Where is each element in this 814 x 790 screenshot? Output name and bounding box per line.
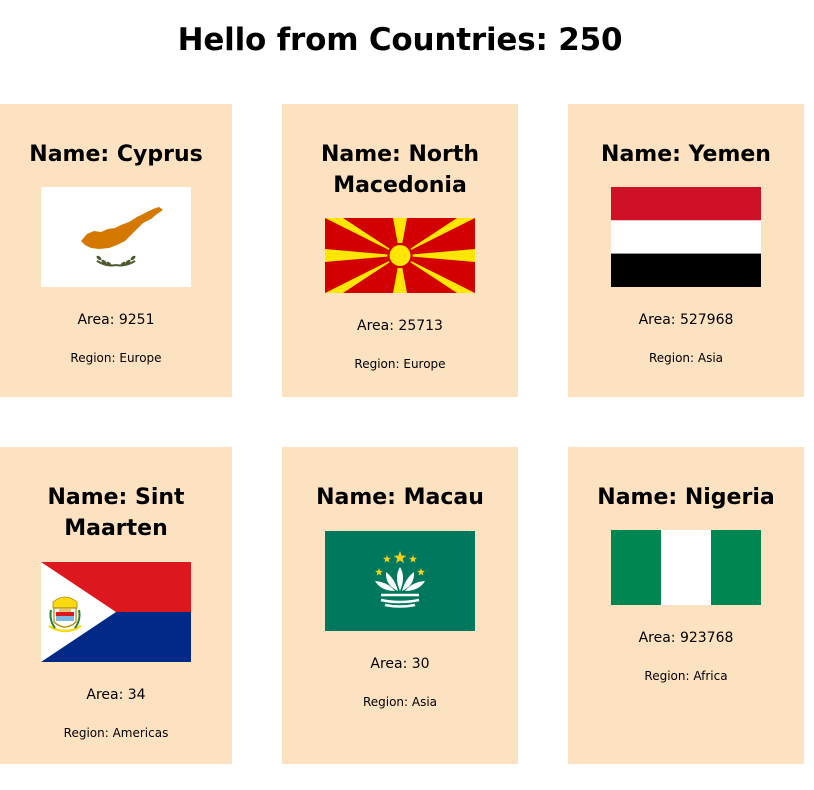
country-region: Region: Asia [362,695,438,709]
country-card-nigeria: Name: Nigeria Area: 923768 Region: Afric… [568,447,804,764]
country-area: Area: 34 [86,687,146,703]
page-title: Hello from Countries: 250 [177,22,623,58]
country-region: Region: Europe [70,351,162,365]
country-region: Region: Asia [648,351,724,365]
country-name: Name: Nigeria [597,485,775,510]
country-area: Area: 923768 [638,630,734,646]
country-card-sint-maarten: Name: Sint Maarten Area: 34 Region: Amer… [0,447,232,764]
country-area: Area: 527968 [638,312,734,328]
country-area: Area: 30 [370,656,430,672]
country-card-yemen: Name: Yemen Area: 527968 Region: Asia [568,104,804,397]
country-name: Name: Cyprus [29,142,203,167]
cyprus-flag [41,187,191,287]
macau-flag [325,531,475,631]
sint-maarten-flag [41,562,191,662]
country-area: Area: 25713 [357,318,443,334]
country-region: Region: Europe [354,357,446,371]
country-name: Name: Sint Maarten [47,485,185,541]
country-card-macau: Name: Macau Area: 30 Region: Asia [282,447,518,764]
country-card-cyprus: Name: Cyprus Area: 9251 Region: Europe [0,104,232,397]
yemen-flag [611,187,761,287]
country-name: Name: North Macedonia [320,142,480,198]
nigeria-flag [611,530,761,605]
country-name: Name: Yemen [601,142,771,167]
north-macedonia-flag [325,218,475,293]
country-name: Name: Macau [316,485,484,510]
country-card-north-macedonia: Name: North Macedonia Area: 25713 Region… [282,104,518,397]
country-area: Area: 9251 [77,312,155,328]
country-region: Region: Americas [63,726,169,740]
country-region: Region: Africa [644,669,728,683]
